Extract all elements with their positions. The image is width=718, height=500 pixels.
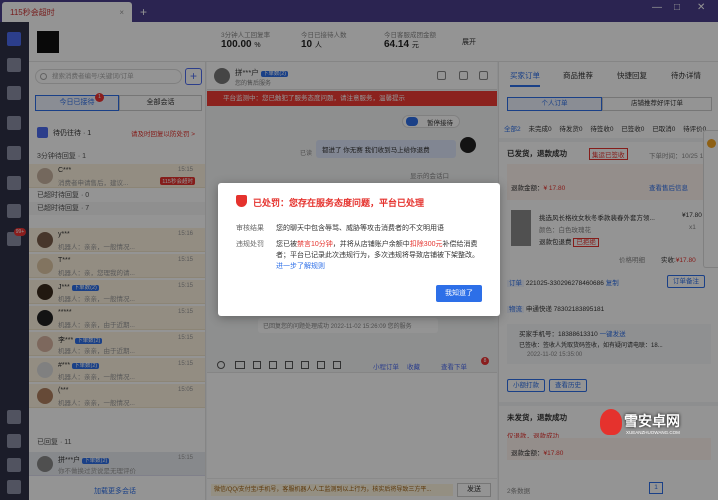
shield-icon	[236, 195, 247, 207]
watermark: 雪安卓网 XUEANZHUOWANG.COM	[598, 405, 708, 445]
penalty-mid: ，并将从店铺账户余额中	[332, 241, 410, 248]
dialog-title: 已处罚：您存在服务态度问题，平台已处理	[253, 198, 425, 208]
penalty-dialog: 已处罚：您存在服务态度问题，平台已处理 审核结果 您的聊天中包含辱骂、威胁等攻击…	[218, 183, 500, 316]
penalty-pre: 您已被	[276, 241, 297, 248]
logo-icon	[600, 409, 622, 435]
watermark-sub: XUEANZHUOWANG.COM	[626, 430, 680, 435]
penalty-ban: 禁言10分钟	[297, 241, 333, 248]
rules-link[interactable]: 进一步了解规则	[276, 263, 325, 270]
acknowledge-button[interactable]: 我知道了	[436, 285, 482, 302]
audit-label: 审核结果	[236, 225, 264, 232]
watermark-text: 雪安卓网	[624, 413, 680, 429]
penalty-text: 您已被禁言10分钟，并将从店铺账户余额中扣除300元补偿给消费者；平台已记录此次…	[276, 239, 486, 272]
penalty-label: 违规处罚	[236, 241, 264, 248]
penalty-fine: 扣除300元	[409, 241, 443, 248]
audit-text: 您的聊天中包含辱骂、威胁等攻击消费者的不文明用语	[276, 225, 444, 232]
